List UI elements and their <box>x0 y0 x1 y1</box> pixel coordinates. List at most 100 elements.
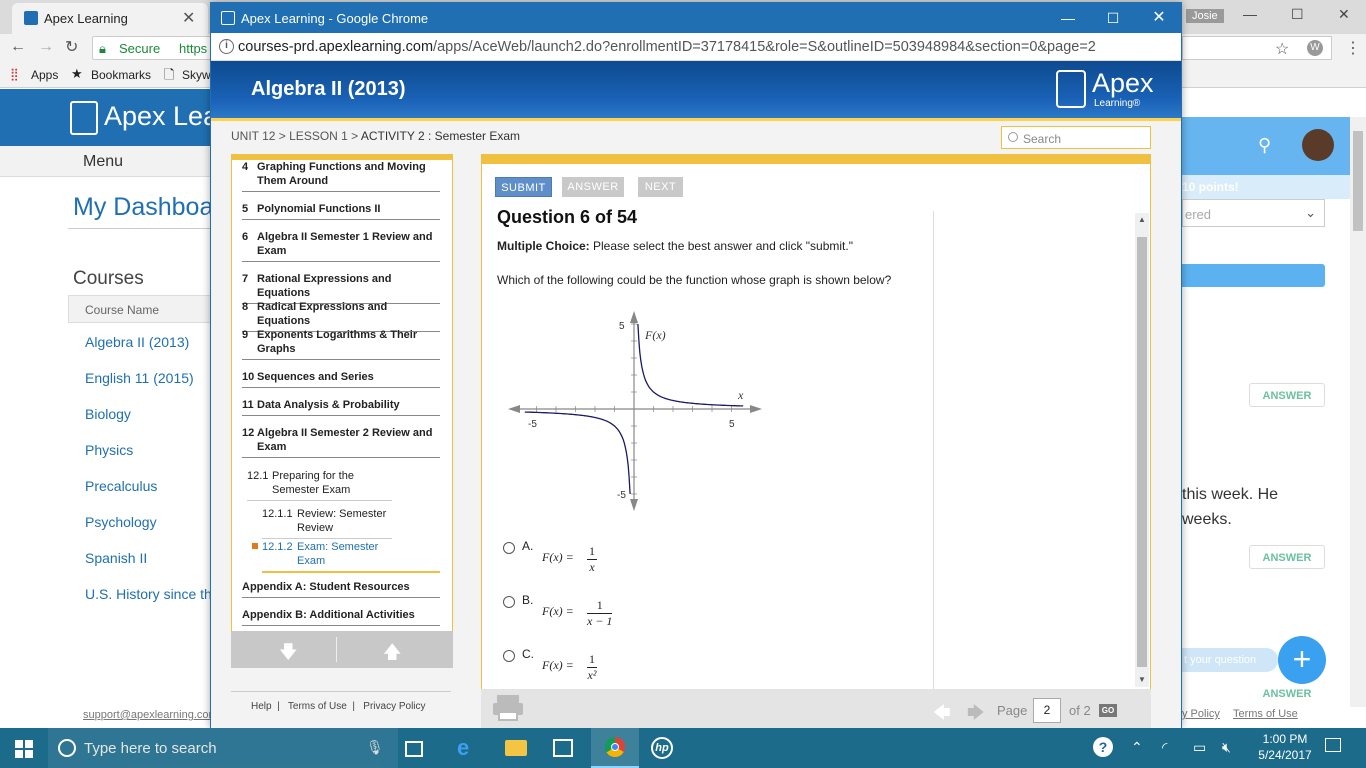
outline-item-lesson-12-1[interactable]: 12.1 Preparing for the Semester Exam <box>247 469 392 501</box>
taskbar-clock[interactable]: 1:00 PM 5/24/2017 <box>1255 731 1315 763</box>
outline-item-activity-12-1-1[interactable]: 12.1.1 Review: Semester Review <box>262 507 392 539</box>
bookmark-bookmarks[interactable]: Bookmarks <box>91 68 151 82</box>
course-link[interactable]: Biology <box>85 406 131 422</box>
page-scrollbar[interactable] <box>1350 117 1366 707</box>
course-link[interactable]: Physics <box>85 442 133 458</box>
menu-button[interactable]: Menu <box>83 153 123 171</box>
maximize-icon[interactable]: ☐ <box>1291 6 1304 23</box>
scroll-down-icon[interactable]: 🡇 <box>279 640 298 670</box>
outline-item-unit-12[interactable]: 12 Algebra II Semester 2 Review and Exam <box>242 426 440 458</box>
scrollbar-thumb[interactable] <box>1353 131 1363 231</box>
outline-item-appendix-b[interactable]: Appendix B: Additional Activities <box>242 608 440 626</box>
hp-icon[interactable]: hp <box>651 737 673 759</box>
microphone-icon[interactable]: 🎙︎ <box>366 739 384 756</box>
option-a[interactable]: A. F(x) = 1x <box>503 539 623 579</box>
support-email-link[interactable]: support@apexlearning.com <box>83 709 218 721</box>
avatar[interactable] <box>1302 129 1334 161</box>
course-link[interactable]: Precalculus <box>85 478 157 494</box>
outline-item-unit-10[interactable]: 10 Sequences and Series <box>242 370 440 388</box>
outline-item-unit-5[interactable]: 5 Polynomial Functions II <box>242 202 440 220</box>
course-link[interactable]: U.S. History since th <box>85 586 212 602</box>
course-link[interactable]: Algebra II (2013) <box>85 334 189 350</box>
course-link[interactable]: Spanish II <box>85 550 147 566</box>
answer-button[interactable]: ANSWER <box>1249 545 1325 569</box>
bookmark-skyw[interactable]: Skyw <box>182 68 211 82</box>
notifications-icon[interactable] <box>1325 738 1341 752</box>
close-icon[interactable]: ✕ <box>1338 6 1350 23</box>
privacy-policy-link[interactable]: y Policy <box>1182 708 1220 720</box>
menu-dots-icon[interactable]: ⋮ <box>1345 38 1361 58</box>
info-icon[interactable]: i <box>219 39 234 54</box>
reload-icon[interactable]: ↻ <box>65 37 78 57</box>
outline-item-unit-11[interactable]: 11 Data Analysis & Probability <box>242 398 440 416</box>
minimize-icon[interactable]: — <box>1243 6 1257 22</box>
next-page-icon[interactable]: 🡆 <box>967 700 985 729</box>
scrollbar-thumb[interactable] <box>1137 237 1147 667</box>
outline-item-unit-6[interactable]: 6 Algebra II Semester 1 Review and Exam <box>242 230 440 262</box>
extension-icon[interactable]: W <box>1307 40 1323 56</box>
help-tray-icon[interactable]: ? <box>1093 737 1113 757</box>
close-tab-icon[interactable]: ✕ <box>182 8 195 28</box>
privacy-link[interactable]: Privacy Policy <box>363 701 425 712</box>
page-number-input[interactable]: 2 <box>1033 698 1061 723</box>
add-question-button[interactable]: + <box>1278 636 1326 684</box>
bg-tab[interactable]: Apex Learning ✕ <box>12 3 208 34</box>
terms-link[interactable]: Terms of Use <box>288 701 347 712</box>
store-icon[interactable] <box>553 739 573 757</box>
ask-question-label[interactable]: t your question <box>1182 648 1278 672</box>
outline-item-activity-12-1-2[interactable]: 12.1.2 Exam: Semester Exam <box>262 540 440 573</box>
filter-select[interactable]: ered ⌄ <box>1182 199 1325 227</box>
maximize-icon[interactable]: ☐ <box>1098 7 1128 29</box>
wifi-icon[interactable]: ◜ <box>1162 739 1167 756</box>
course-link[interactable]: English 11 (2015) <box>85 370 194 386</box>
popup-address-bar[interactable]: i courses-prd.apexlearning.com/apps/AceW… <box>211 33 1181 61</box>
close-icon[interactable]: ✕ <box>1144 7 1174 29</box>
go-button[interactable]: GO <box>1099 704 1117 717</box>
outline-item-unit-4[interactable]: 4 Graphing Functions and Moving Them Arou… <box>242 160 440 192</box>
submit-button[interactable]: SUBMIT <box>495 177 552 197</box>
print-icon[interactable] <box>493 695 523 721</box>
question-scrollbar[interactable]: ▲ ▼ <box>1135 213 1149 687</box>
option-b[interactable]: B. F(x) = 1x − 1 <box>503 593 623 633</box>
previous-page-icon[interactable]: 🡄 <box>933 700 951 729</box>
breadcrumb-prefix[interactable]: UNIT 12 > LESSON 1 > <box>231 129 361 143</box>
next-button[interactable]: NEXT <box>638 177 683 197</box>
taskbar-search-input[interactable]: Type here to search 🎙︎ <box>48 728 398 768</box>
search-input[interactable]: Search <box>1001 126 1151 149</box>
edge-browser-icon[interactable]: e <box>457 735 479 760</box>
help-link[interactable]: Help <box>251 701 272 712</box>
volume-muted-icon[interactable]: 🔇︎ <box>1222 739 1231 756</box>
answer-button[interactable]: ANSWER <box>1249 383 1325 407</box>
blue-action-bar[interactable] <box>1182 264 1325 287</box>
bg-omnibox[interactable]: 🔒︎ Secure https <box>92 36 212 60</box>
bookmark-apps[interactable]: Apps <box>31 68 58 82</box>
radio-button[interactable] <box>503 542 515 554</box>
outline-item-unit-9[interactable]: 9 Exponents Logarithms & Their Graphs <box>242 328 440 360</box>
apex-logo[interactable]: Apex Learning® <box>1056 68 1156 112</box>
terms-link[interactable]: Terms of Use <box>1233 708 1298 720</box>
scroll-down-icon[interactable]: ▼ <box>1138 675 1146 684</box>
search-icon[interactable]: ⚲ <box>1258 135 1271 156</box>
minimize-icon[interactable]: — <box>1053 7 1083 29</box>
profile-name[interactable]: Josie <box>1186 9 1224 23</box>
radio-button[interactable] <box>503 650 515 662</box>
file-explorer-icon[interactable] <box>505 740 527 756</box>
scroll-up-icon[interactable]: ▲ <box>1138 215 1146 224</box>
bookmark-star-icon[interactable]: ☆ <box>1275 39 1289 59</box>
radio-button[interactable] <box>503 596 515 608</box>
outline-item-appendix-a[interactable]: Appendix A: Student Resources <box>242 580 440 598</box>
course-name-column-header[interactable]: Course Name <box>68 295 212 323</box>
forward-icon[interactable]: → <box>38 38 54 56</box>
answer-button[interactable]: ANSWER <box>562 177 624 197</box>
chevron-up-icon[interactable]: ⌃ <box>1131 739 1143 756</box>
course-link[interactable]: Psychology <box>85 514 157 530</box>
answer-button[interactable]: ANSWER <box>1249 682 1325 706</box>
scroll-up-icon[interactable]: 🡅 <box>383 640 402 670</box>
chrome-taskbar-button[interactable] <box>591 728 639 768</box>
option-c[interactable]: C. F(x) = 1 x² <box>503 647 623 687</box>
bg-omnibox-right[interactable]: ☆ W <box>1182 36 1332 60</box>
battery-icon[interactable]: ▭ <box>1193 739 1206 756</box>
windows-start-icon[interactable] <box>15 740 33 758</box>
back-icon[interactable]: ← <box>10 38 26 56</box>
task-view-icon[interactable] <box>405 741 423 757</box>
